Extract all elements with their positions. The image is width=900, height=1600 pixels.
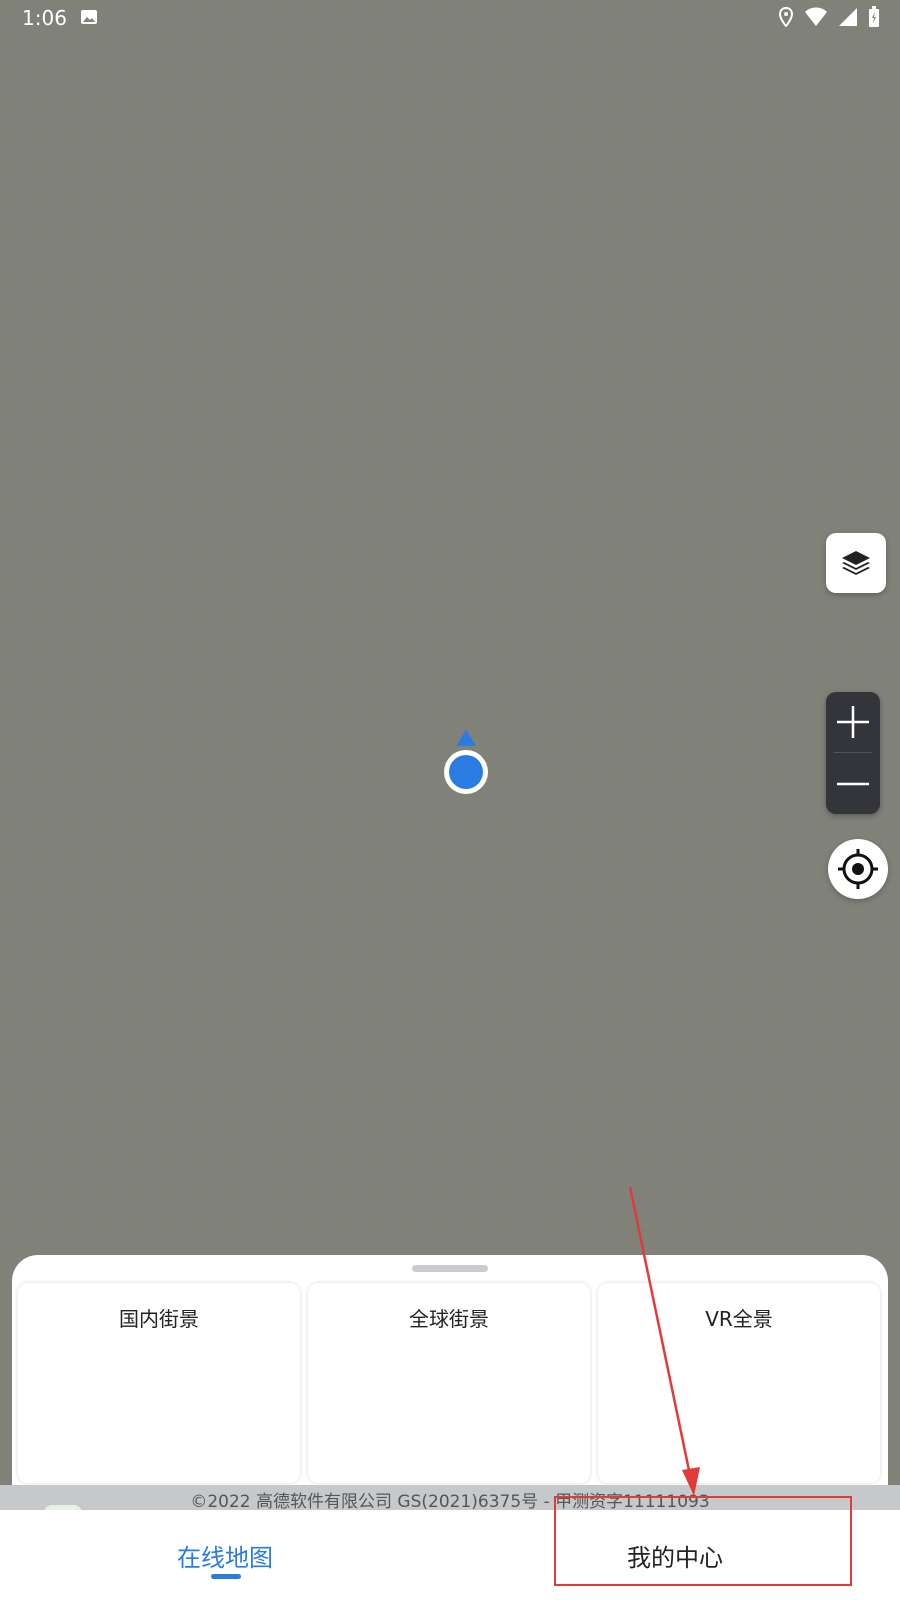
tab-online-map[interactable]: 在线地图: [0, 1510, 450, 1600]
sheet-drag-handle[interactable]: [412, 1265, 488, 1272]
status-time: 1:06: [22, 6, 67, 30]
street-view-sheet: 国内街景 全球街景 VR全景: [12, 1255, 888, 1515]
card-global-street-view[interactable]: 全球街景: [308, 1283, 590, 1483]
card-vr-panorama[interactable]: VR全景: [598, 1283, 880, 1483]
zoom-controls: [826, 692, 880, 814]
card-label: VR全景: [705, 1307, 773, 1331]
signal-icon: [839, 8, 857, 26]
active-tab-indicator: [211, 1574, 241, 1579]
image-icon: [81, 10, 97, 24]
annotation-highlight-box: [554, 1496, 852, 1586]
battery-icon: [869, 6, 879, 27]
layers-button[interactable]: [826, 533, 886, 593]
card-label: 全球街景: [409, 1307, 489, 1331]
tab-label: 在线地图: [177, 1543, 273, 1572]
layers-icon: [842, 551, 870, 575]
wifi-icon: [805, 7, 827, 26]
plus-icon: [837, 706, 869, 738]
zoom-in-button[interactable]: [826, 692, 880, 752]
status-bar: 1:06: [0, 0, 900, 36]
minus-icon: [837, 782, 869, 786]
zoom-out-button[interactable]: [826, 754, 880, 814]
locate-me-button[interactable]: [828, 839, 888, 899]
card-domestic-street-view[interactable]: 国内街景: [18, 1283, 300, 1483]
crosshair-icon: [838, 849, 878, 889]
current-location-marker: [442, 730, 490, 800]
location-icon: [778, 7, 794, 27]
zoom-divider: [834, 752, 872, 753]
card-label: 国内街景: [119, 1307, 199, 1331]
